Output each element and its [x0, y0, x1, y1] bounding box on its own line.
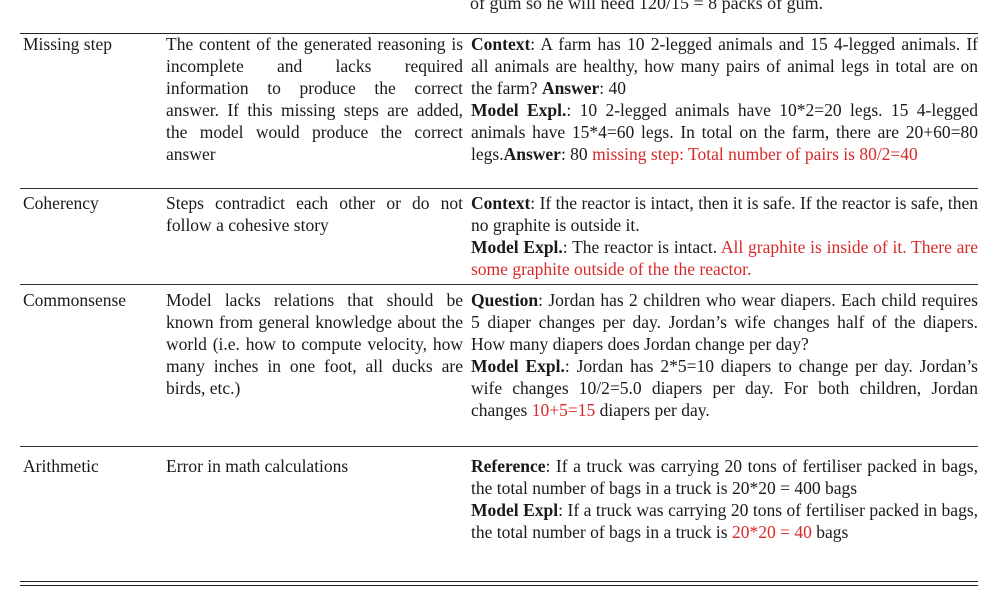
category-cell: Commonsense: [20, 285, 166, 447]
model-expl-label: Model Expl: [471, 500, 558, 520]
expl-tail-text: bags: [812, 522, 848, 542]
expl-tail-text: diapers per day.: [595, 400, 710, 420]
definition-cell: Steps contradict each other or do not fo…: [166, 189, 471, 285]
expl-answer-text: : 80: [561, 144, 588, 164]
question-text: : Jordan has 2 children who wear diapers…: [471, 290, 978, 354]
definition-cell: Model lacks relations that should be kno…: [166, 285, 471, 447]
error-highlight: 20*20 = 40: [732, 522, 812, 542]
table-bottom-rule: [20, 581, 978, 582]
cut-off-text: of gum so he will need 120/15 = 8 packs …: [470, 0, 890, 14]
context-label: Context: [471, 193, 530, 213]
page: of gum so he will need 120/15 = 8 packs …: [0, 0, 988, 594]
model-expl-text: : The reactor is intact.: [563, 237, 717, 257]
definition-text: Model lacks relations that should be kno…: [166, 289, 463, 399]
category-cell: Missing step: [20, 33, 166, 189]
answer-label: Answer: [542, 78, 599, 98]
context-label: Context: [471, 34, 530, 54]
example-cell: Context: A farm has 10 2-legged animals …: [471, 33, 978, 189]
definition-text: The content of the generated reasoning i…: [166, 33, 463, 165]
definition-cell: The content of the generated reasoning i…: [166, 33, 471, 189]
model-expl-label: Model Expl.: [471, 237, 563, 257]
answer-text: : 40: [599, 78, 626, 98]
example-cell: Context: If the reactor is intact, then …: [471, 189, 978, 285]
table-row: Commonsense Model lacks relations that s…: [20, 285, 978, 447]
definition-text: Steps contradict each other or do not fo…: [166, 192, 463, 236]
error-highlight: 10+5=15: [532, 400, 596, 420]
category-cell: Coherency: [20, 189, 166, 285]
expl-answer-label: Answer: [504, 144, 561, 164]
model-expl-label: Model Expl.: [471, 100, 566, 120]
example-cell: Question: Jordan has 2 children who wear…: [471, 285, 978, 447]
error-taxonomy-table: Missing step The content of the generate…: [20, 33, 978, 605]
context-text: : If the reactor is intact, then it is s…: [471, 193, 978, 235]
table-row: Missing step The content of the generate…: [20, 33, 978, 189]
error-highlight: missing step: Total number of pairs is 8…: [592, 144, 918, 164]
table-row: Coherency Steps contradict each other or…: [20, 189, 978, 285]
model-expl-label: Model Expl.: [471, 356, 565, 376]
question-label: Question: [471, 290, 538, 310]
definition-text: Error in math calculations: [166, 455, 463, 477]
reference-text: : If a truck was carrying 20 tons of fer…: [471, 456, 978, 498]
table-bottom-rule-double: [20, 585, 978, 586]
reference-label: Reference: [471, 456, 546, 476]
